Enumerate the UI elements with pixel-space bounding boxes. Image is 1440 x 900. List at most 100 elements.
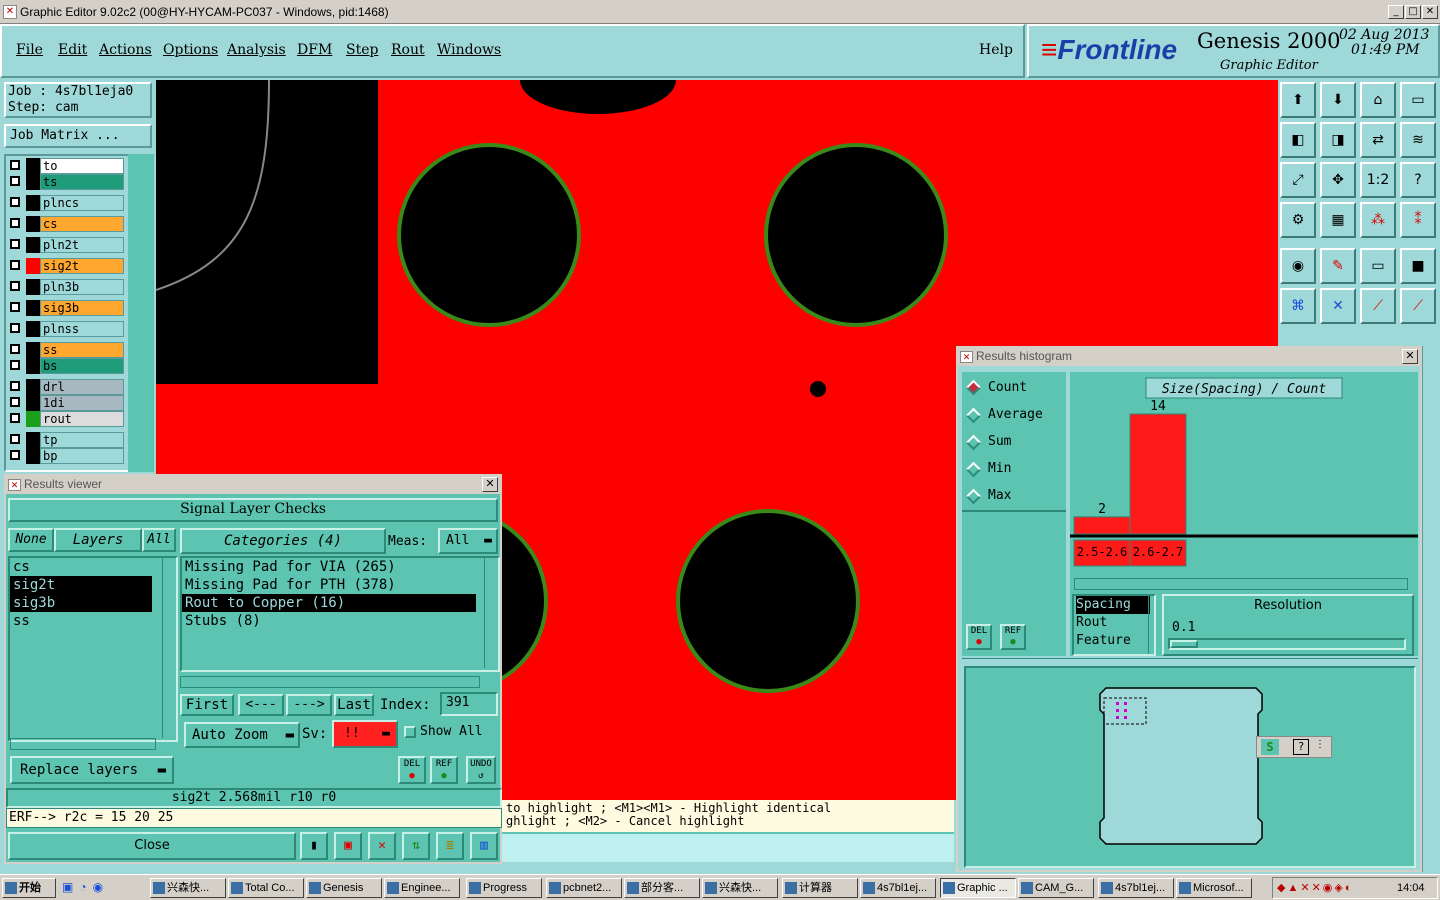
radio-average[interactable]	[965, 407, 982, 424]
layer-result-scrollbar[interactable]	[162, 558, 176, 738]
result-layer-item[interactable]: sig3b	[10, 594, 152, 612]
menu-windows[interactable]: Windows	[437, 42, 501, 58]
layer-checkbox[interactable]	[10, 381, 20, 391]
layers-button[interactable]: Layers	[54, 528, 142, 552]
menu-analysis[interactable]: Analysis	[227, 42, 286, 58]
layer-row-2[interactable]: plncs	[6, 195, 124, 211]
category-item[interactable]: Missing Pad for VIA (265)	[182, 558, 476, 576]
layer-checkbox[interactable]	[10, 197, 20, 207]
layer-name[interactable]: ss	[40, 342, 124, 358]
taskbar-item[interactable]: CAM_G...	[1018, 878, 1094, 898]
taskbar-item[interactable]: Enginee...	[384, 878, 460, 898]
taskbar-item[interactable]: 4s7bl1ej...	[1098, 878, 1174, 898]
layer-name[interactable]: pln2t	[40, 237, 124, 253]
delete-icon[interactable]: ✕	[368, 832, 396, 860]
result-layer-item[interactable]: sig2t	[10, 576, 152, 594]
tray-icons[interactable]: ◆▲✕✕◉◈◐	[1277, 881, 1353, 894]
histogram-list[interactable]: Spacing Rout Feature	[1072, 594, 1156, 656]
tool-swap-icon[interactable]: ⇄	[1360, 122, 1396, 158]
index-input[interactable]: 391	[440, 692, 498, 716]
taskbar-item[interactable]: Progress	[466, 878, 542, 898]
board-overview[interactable]: S ? ⋮	[964, 666, 1416, 868]
job-matrix-button[interactable]: Job Matrix ...	[4, 124, 152, 148]
layer-icon[interactable]: ▣	[334, 832, 362, 860]
layer-row-14[interactable]: tp	[6, 432, 124, 448]
last-button[interactable]: Last	[334, 694, 374, 716]
radio-max[interactable]	[965, 488, 982, 505]
histogram-list-item[interactable]: Feature	[1076, 632, 1154, 650]
minimize-button[interactable]: _	[1388, 5, 1404, 19]
tool-scale-icon[interactable]: 1:2	[1360, 162, 1396, 198]
taskbar-item[interactable]: Microsof...	[1176, 878, 1252, 898]
results-viewer-close-icon[interactable]: ✕	[482, 477, 498, 492]
undo-button[interactable]: UNDO ↺	[466, 756, 496, 784]
layer-checkbox[interactable]	[10, 160, 20, 170]
tool-snap-icon[interactable]: ⁂	[1360, 202, 1396, 238]
snap-icon[interactable]: S	[1261, 739, 1279, 755]
layer-checkbox[interactable]	[10, 239, 20, 249]
layer-row-13[interactable]: rout	[6, 411, 124, 427]
histogram-icon[interactable]: ▥	[470, 832, 498, 860]
taskbar-item[interactable]: pcbnet2...	[546, 878, 622, 898]
right-edge-scrollbar[interactable]	[1422, 346, 1440, 872]
menu-rout[interactable]: Rout	[391, 42, 425, 58]
start-button[interactable]: 开始	[2, 878, 56, 898]
replace-layers-dropdown[interactable]: Replace layers ▬	[10, 756, 174, 784]
category-item[interactable]: Rout to Copper (16)	[182, 594, 476, 612]
categories-button[interactable]: Categories (4)	[180, 528, 386, 554]
taskbar-item[interactable]: 部分客...	[624, 878, 700, 898]
report-icon[interactable]: ≣	[436, 832, 464, 860]
layer-name[interactable]: plncs	[40, 195, 124, 211]
command-line[interactable]: ERF--> r2c = 15 20 25	[6, 808, 502, 828]
layer-checkbox[interactable]	[10, 397, 20, 407]
tool-line2-icon[interactable]: ⟋	[1400, 288, 1436, 324]
layer-checkbox[interactable]	[10, 218, 20, 228]
category-hscroll[interactable]	[180, 676, 480, 688]
tool-frame-icon[interactable]: ■	[1400, 248, 1436, 284]
menu-edit[interactable]: Edit	[58, 42, 87, 58]
taskbar-item[interactable]: Total Co...	[228, 878, 304, 898]
close-button[interactable]: ✕	[1422, 5, 1438, 19]
category-item[interactable]: Stubs (8)	[182, 612, 476, 630]
taskbar-item[interactable]: 4s7bl1ej...	[860, 878, 936, 898]
layer-checkbox[interactable]	[10, 434, 20, 444]
layer-list-scrollbar[interactable]	[128, 154, 154, 472]
layer-name[interactable]: 1di	[40, 395, 124, 411]
layer-name[interactable]: pln3b	[40, 279, 124, 295]
tool-home-icon[interactable]: ⌂	[1360, 82, 1396, 118]
layer-name[interactable]: sig3b	[40, 300, 124, 316]
layer-name[interactable]: cs	[40, 216, 124, 232]
quicklaunch[interactable]: ▣◔◉	[62, 880, 144, 896]
taskbar-item[interactable]: 兴森快...	[702, 878, 778, 898]
radio-min[interactable]	[965, 461, 982, 478]
layer-row-7[interactable]: sig3b	[6, 300, 124, 316]
category-list[interactable]: Missing Pad for VIA (265) Missing Pad for…	[180, 556, 500, 672]
taskbar-item[interactable]: 计算器	[782, 878, 858, 898]
prev-button[interactable]: <---	[238, 694, 284, 716]
layer-checkbox[interactable]	[10, 360, 20, 370]
hist-ref-button[interactable]: REF ●	[1000, 624, 1026, 650]
layer-checkbox[interactable]	[10, 302, 20, 312]
histogram-list-item[interactable]: Spacing	[1076, 596, 1150, 614]
layer-name[interactable]: bp	[40, 448, 124, 464]
tool-help-icon[interactable]: ?	[1400, 162, 1436, 198]
menu-dfm[interactable]: DFM	[297, 42, 332, 58]
first-button[interactable]: First	[180, 694, 234, 716]
radio-count[interactable]	[965, 379, 982, 396]
layer-row-6[interactable]: pln3b	[6, 279, 124, 295]
category-scrollbar[interactable]	[484, 558, 498, 668]
layer-name[interactable]: drl	[40, 379, 124, 395]
resolution-slider-thumb[interactable]	[1170, 640, 1198, 648]
tool-pad-icon[interactable]: ◉	[1280, 248, 1316, 284]
severity-dropdown[interactable]: !! ▬	[332, 720, 398, 748]
taskbar-item[interactable]: Graphic ...	[940, 878, 1016, 898]
help-icon[interactable]: ?	[1293, 739, 1309, 755]
menu-options[interactable]: Options	[163, 42, 218, 58]
layer-row-3[interactable]: cs	[6, 216, 124, 232]
layer-name[interactable]: plnss	[40, 321, 124, 337]
del-button[interactable]: DEL ●	[398, 756, 426, 784]
tool-ruler-icon[interactable]: ▭	[1360, 248, 1396, 284]
chevron-down-icon[interactable]: ⋮	[1315, 739, 1325, 750]
tool-grid-icon[interactable]: ▦	[1320, 202, 1356, 238]
menu-actions[interactable]: Actions	[99, 42, 152, 58]
